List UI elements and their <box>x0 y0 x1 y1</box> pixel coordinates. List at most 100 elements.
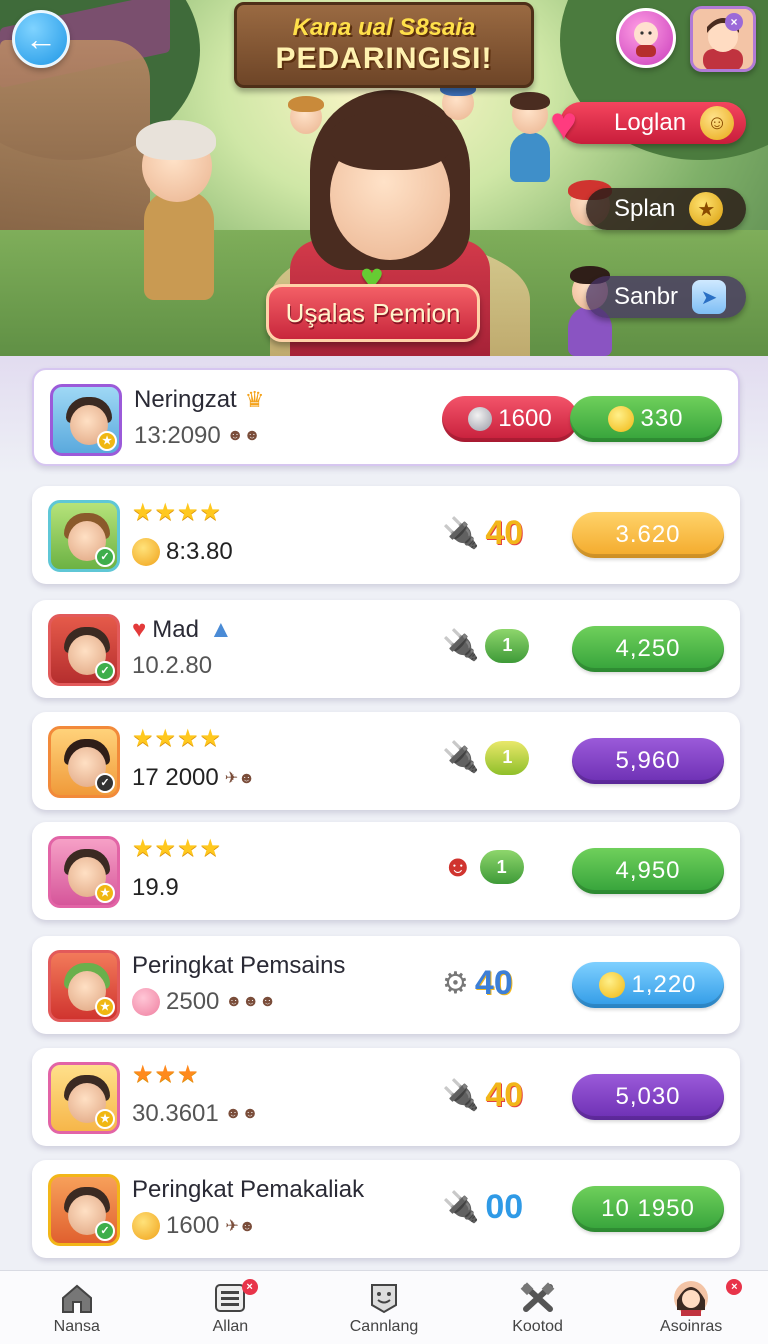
score-value: 10 1950 <box>601 1195 695 1222</box>
score-pill[interactable]: 1,220 <box>572 962 724 1008</box>
title-line2: PEDARINGISI! <box>275 42 493 75</box>
list-item[interactable]: ✓ ♥ Mad ▲ 10.2.80 🔌 1 4,250 <box>32 600 740 698</box>
bottom-nav: Nansa × Allan Cannlang Kootod × Asoinras <box>0 1270 768 1344</box>
nav-label: Kootod <box>512 1317 563 1335</box>
player-stat: 1600 ✈☻ <box>132 1212 256 1240</box>
list-item[interactable]: ✓ Peringkat Pemakaliak 1600 ✈☻ 🔌 00 10 195… <box>32 1160 740 1258</box>
notification-badge: × <box>241 1279 258 1295</box>
hero-banner: ← Kana ual S8saia PEDARINGISI! × ♥ Logla… <box>0 0 768 360</box>
nav-label: Asoinras <box>660 1317 723 1335</box>
item-count: 🔌 1 <box>442 628 530 663</box>
profile-avatar-button[interactable]: × <box>690 6 756 72</box>
star-rating: ★★★★ <box>132 835 223 862</box>
face-badge: 1 <box>479 850 524 884</box>
score-value: 5,030 <box>615 1083 681 1110</box>
player-stat: 17 2000 ✈☻ <box>132 764 256 791</box>
player-stat: 30.3601 ☻☻ <box>132 1100 259 1127</box>
nav-item-kootod[interactable]: Kootod <box>461 1271 615 1344</box>
score-pill[interactable]: 5,960 <box>572 738 724 784</box>
friends-icon: ✈☻ <box>224 770 256 787</box>
character-button[interactable] <box>616 8 676 68</box>
item-count: ☻ 1 <box>442 850 524 884</box>
splan-button[interactable]: Splan ★ <box>586 188 746 230</box>
fox-icon: ☻ <box>442 850 474 883</box>
sanbr-button[interactable]: Sanbr ➤ <box>586 276 746 318</box>
nav-item-home[interactable]: Nansa <box>0 1271 154 1344</box>
score-pill[interactable]: 4,250 <box>572 626 724 672</box>
sanbr-label: Sanbr <box>614 283 679 310</box>
score-value: 5,960 <box>615 747 681 774</box>
star-rating: ★★★★ <box>132 499 223 526</box>
gem-value-pill[interactable]: 1600 <box>442 396 578 442</box>
plug-icon: 🔌 <box>442 1191 480 1224</box>
score-pill[interactable]: 10 1950 <box>572 1186 724 1232</box>
score-value: 3.620 <box>615 521 681 548</box>
nav-item-cannlang[interactable]: Cannlang <box>307 1271 461 1344</box>
plug-icon: 🔌 <box>442 629 480 662</box>
score-value: 330 <box>640 405 684 432</box>
list-item[interactable]: ✓ ★★★★ 17 2000 ✈☻ 🔌 1 5,960 <box>32 712 740 810</box>
login-button[interactable]: ♥ Loglan ☺ <box>550 97 746 149</box>
notification-badge: × <box>726 1279 743 1295</box>
avatar: ★ <box>48 950 120 1022</box>
score-value: 4,250 <box>615 635 681 662</box>
avatar: ✓ <box>48 1174 120 1246</box>
avatar-icon <box>693 9 753 69</box>
leaderboard-list[interactable]: ★ Neringzat ♛ 13:2090 ☻☻ 1600 330 ✓ ★★★★ 8… <box>0 356 768 1270</box>
gem-value: 1600 <box>498 405 552 432</box>
player-name: Peringkat Pemakaliak <box>132 1176 365 1203</box>
nav-item-list[interactable]: × Allan <box>154 1271 308 1344</box>
player-stat: 19.9 <box>132 874 179 901</box>
baby-face-icon <box>634 22 658 57</box>
star-rating: ★★★★ <box>132 725 223 752</box>
avatar: ✓ <box>48 500 120 572</box>
usb-icon: 🔌 <box>442 517 480 550</box>
nav-label: Nansa <box>53 1317 100 1335</box>
triangle-icon: ▲ <box>208 616 233 643</box>
score-pill[interactable]: 5,030 <box>572 1074 724 1120</box>
list-item[interactable]: ✓ ★★★★ 8:3.80 🔌 40 3.620 <box>32 486 740 584</box>
back-button[interactable]: ← <box>12 10 70 68</box>
player-stat: 10.2.80 <box>132 652 213 679</box>
face-badge: 1 <box>485 740 530 775</box>
heart-icon: ♥ <box>550 97 578 149</box>
face-badge: 1 <box>485 628 530 663</box>
list-item[interactable]: ★ Neringzat ♛ 13:2090 ☻☻ 1600 330 <box>32 368 740 466</box>
ribbon-banner[interactable]: Uşalas Pemion <box>266 284 480 342</box>
close-icon[interactable]: × <box>725 13 743 31</box>
title-line1: Kana ual S8saia <box>292 14 476 41</box>
list-item[interactable]: ★ ★★★★ 19.9 ☻ 1 4,950 <box>32 822 740 920</box>
trophy-icon: ♛ <box>244 387 265 412</box>
crossed-tools-icon <box>518 1280 558 1316</box>
friends-icon: ☻☻ <box>224 1105 259 1122</box>
chick-icon <box>132 538 160 566</box>
coin-icon <box>599 972 626 998</box>
score-pill[interactable]: 330 <box>570 396 722 442</box>
star-coin-icon: ★ <box>689 192 724 226</box>
usb-icon: 🔌 <box>442 741 480 774</box>
list-item[interactable]: ★ Peringkat Pemsains 2500 ☻☻☻ ⚙ 40 1,220 <box>32 936 740 1034</box>
list-item[interactable]: ★ ★★★ 30.3601 ☻☻ 🔌 40 5,030 <box>32 1048 740 1146</box>
nav-item-asoinras[interactable]: × Asoinras <box>614 1271 768 1344</box>
score-pill[interactable]: 4,950 <box>572 848 724 894</box>
player-stat: 2500 ☻☻☻ <box>132 988 276 1016</box>
chick-icon <box>132 1212 160 1240</box>
avatar: ★ <box>50 384 122 456</box>
star-rating: ★★★ <box>132 1061 200 1088</box>
nav-label: Allan <box>212 1317 249 1335</box>
nav-label: Cannlang <box>349 1317 419 1335</box>
item-count: 🔌 40 <box>442 514 524 552</box>
character-elder <box>120 120 240 330</box>
item-count: ⚙ 40 <box>442 964 513 1002</box>
avatar: ✓ <box>48 726 120 798</box>
score-pill[interactable]: 3.620 <box>572 512 724 558</box>
avatar: ✓ <box>48 614 120 686</box>
score-value: 1,220 <box>631 971 697 998</box>
player-name: ♥ Mad ▲ <box>132 616 233 643</box>
pig-icon <box>132 988 160 1016</box>
coin-icon <box>608 406 635 432</box>
home-icon <box>57 1280 97 1316</box>
splan-label: Splan <box>614 195 676 222</box>
item-count: 🔌 00 <box>442 1188 524 1226</box>
player-name: Neringzat ♛ <box>134 386 265 413</box>
